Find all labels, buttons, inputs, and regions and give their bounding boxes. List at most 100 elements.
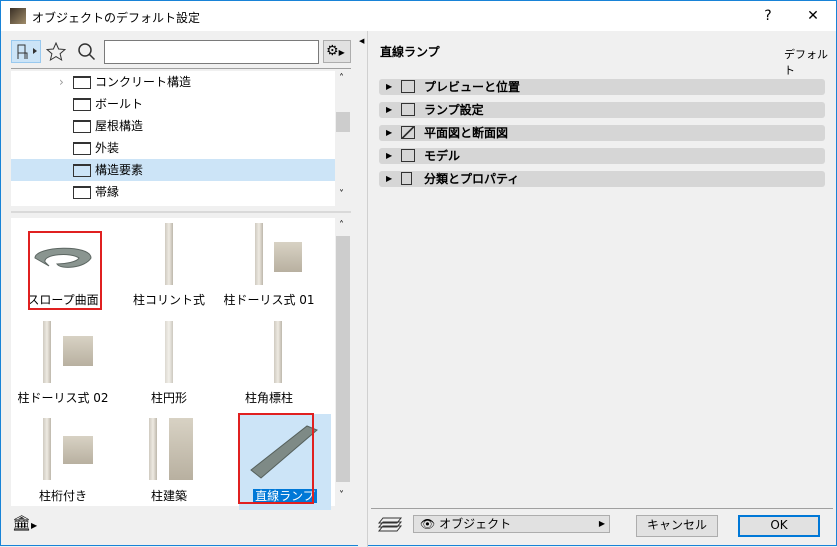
column-thumbnail — [165, 223, 173, 285]
ok-button[interactable]: OK — [738, 515, 820, 537]
section-label: 分類とプロパティ — [424, 172, 520, 186]
tree-item-label: 屋根構造 — [95, 119, 144, 133]
section-classification[interactable]: ▶ 分類とプロパティ — [379, 171, 825, 187]
collapse-arrow-icon[interactable]: ◀ — [359, 37, 364, 45]
model-cube-icon — [401, 149, 415, 162]
ramp-settings-icon — [401, 103, 415, 116]
expand-chevron-icon[interactable]: › — [59, 71, 64, 93]
library-item[interactable]: 柱ドーリス式 01 — [219, 218, 319, 314]
layer-dropdown[interactable]: 👁 オブジェクト ▶ — [413, 515, 610, 533]
column-thumbnail — [255, 223, 263, 285]
column-thumbnail — [43, 418, 51, 480]
section-model[interactable]: ▶ モデル — [379, 148, 825, 164]
dropdown-arrow-icon: ▶ — [598, 519, 605, 528]
library-item-label: 柱ドーリス式 01 — [223, 293, 315, 307]
window-title: オブジェクトのデフォルト設定 — [32, 11, 201, 25]
object-type-button[interactable] — [11, 40, 41, 63]
eye-icon: 👁 — [420, 517, 436, 531]
library-item-label: 柱角標柱 — [244, 391, 293, 405]
library-item-label: 柱コリント式 — [132, 293, 205, 307]
library-item-label: 柱ドーリス式 02 — [17, 391, 109, 405]
chair-icon — [17, 44, 37, 59]
library-item[interactable]: 柱コリント式 — [119, 218, 219, 314]
menu-arrow-icon: ▶ — [338, 48, 345, 57]
library-item[interactable]: 柱円形 — [119, 316, 219, 412]
scroll-up-icon[interactable]: ˄ — [339, 220, 344, 231]
menu-arrow-icon: ▶ — [31, 521, 38, 530]
tree-item[interactable]: 帯縁 — [11, 181, 335, 203]
folder-icon — [73, 186, 91, 199]
folder-icon — [73, 142, 91, 155]
panel-splitter[interactable]: ◀ — [358, 31, 368, 547]
tree-item-label: ボールト — [95, 97, 144, 111]
capital-thumbnail — [63, 336, 93, 366]
scroll-up-icon[interactable]: ˄ — [339, 73, 344, 84]
search-icon[interactable] — [77, 42, 97, 62]
grid-scrollbar[interactable]: ˄ ˅ — [335, 218, 351, 506]
library-item[interactable]: 柱角標柱 — [219, 316, 319, 412]
close-button[interactable]: ✕ — [790, 1, 836, 31]
folder-tree: › コンクリート構造 ボールト 屋根構造 外装 構造要素 帯縁 ˄ ˅ — [11, 71, 351, 206]
library-item[interactable]: 柱ドーリス式 02 — [13, 316, 113, 412]
help-button[interactable]: ? — [745, 1, 791, 31]
expand-arrow-icon: ▶ — [386, 174, 393, 183]
section-label: ランプ設定 — [424, 103, 484, 117]
tree-item[interactable]: ボールト — [11, 93, 335, 115]
divider — [11, 68, 351, 69]
splitter[interactable] — [11, 211, 351, 213]
library-manager-button[interactable]: 🏛▶ — [12, 514, 40, 536]
scroll-down-icon[interactable]: ˅ — [339, 490, 344, 501]
section-ramp-settings[interactable]: ▶ ランプ設定 — [379, 102, 825, 118]
section-label: モデル — [424, 149, 461, 163]
gear-icon: ⚙ — [326, 43, 339, 59]
title-bar: オブジェクトのデフォルト設定 ? ✕ — [1, 1, 836, 31]
highlight-box — [238, 413, 314, 504]
tree-item-selected[interactable]: 構造要素 — [11, 159, 335, 181]
floor-plan-section-icon — [401, 126, 415, 139]
tree-item-label: 外装 — [95, 141, 120, 155]
favorites-star-icon[interactable] — [46, 42, 66, 62]
dialog-window: オブジェクトのデフォルト設定 ? ✕ ⚙▶ › コンクリート構造 ボールト 屋根構… — [0, 0, 837, 547]
highlight-box — [28, 231, 102, 310]
tree-item[interactable]: 屋根構造 — [11, 115, 335, 137]
section-label: プレビューと位置 — [424, 80, 521, 94]
archicad-app-icon — [10, 8, 26, 24]
scroll-thumb[interactable] — [336, 236, 350, 482]
library-building-icon: 🏛 — [12, 514, 32, 532]
classification-icon — [401, 172, 412, 185]
library-grid: スロープ曲面 柱コリント式 柱ドーリス式 01 柱ドーリス式 02 柱円形 柱角… — [11, 218, 351, 510]
capital-thumbnail — [274, 242, 302, 272]
layer-value: オブジェクト — [439, 517, 512, 531]
tree-item-label: コンクリート構造 — [95, 75, 192, 89]
search-input[interactable] — [104, 40, 319, 64]
section-floor-plan[interactable]: ▶ 平面図と断面図 — [379, 125, 825, 141]
expand-arrow-icon: ▶ — [386, 151, 393, 160]
settings-mode: デフォルト — [784, 48, 828, 77]
folder-icon — [73, 164, 91, 177]
folder-icon — [73, 120, 91, 133]
tree-item-label: 帯縁 — [95, 185, 120, 199]
library-item-label: 柱円形 — [150, 391, 187, 405]
expand-arrow-icon: ▶ — [386, 82, 393, 91]
cancel-button[interactable]: キャンセル — [636, 515, 718, 537]
folder-icon — [73, 76, 91, 89]
folder-icon — [73, 98, 91, 111]
scroll-down-icon[interactable]: ˅ — [339, 189, 344, 200]
settings-menu-button[interactable]: ⚙▶ — [323, 40, 351, 63]
column-thumbnail — [274, 321, 282, 383]
tree-scrollbar[interactable]: ˄ ˅ — [335, 71, 351, 206]
scroll-thumb[interactable] — [336, 112, 350, 132]
capital-stack-thumbnail — [169, 418, 193, 480]
column-thumbnail — [165, 321, 173, 383]
capital-thumbnail — [63, 436, 93, 464]
column-thumbnail — [43, 321, 51, 383]
tree-item[interactable]: › コンクリート構造 — [11, 71, 335, 93]
divider — [371, 508, 833, 509]
library-item-label: 柱建築 — [150, 489, 187, 503]
tree-item[interactable]: 外装 — [11, 137, 335, 159]
section-preview-position[interactable]: ▶ プレビューと位置 — [379, 79, 825, 95]
expand-arrow-icon: ▶ — [386, 128, 393, 137]
tree-item-label: 構造要素 — [95, 163, 144, 177]
library-item[interactable]: 柱桁付き — [13, 414, 113, 510]
library-item[interactable]: 柱建築 — [119, 414, 219, 510]
